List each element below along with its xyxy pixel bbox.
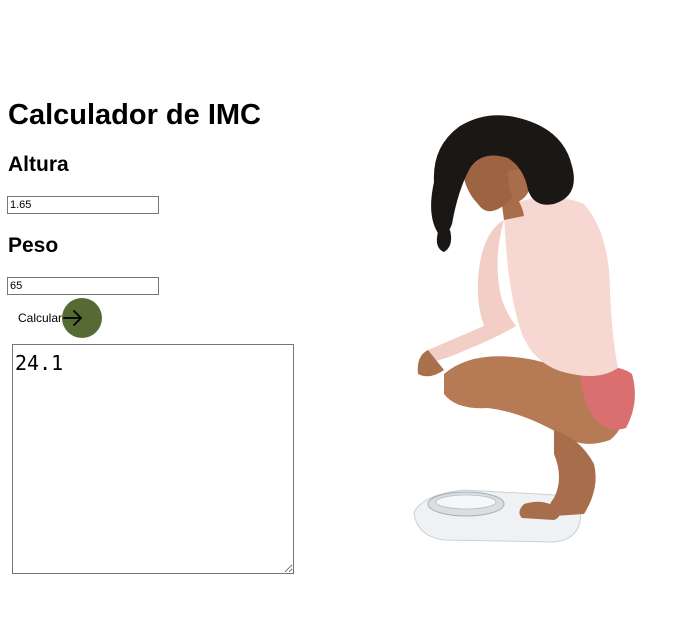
altura-label: Altura <box>8 153 69 176</box>
peso-input[interactable] <box>7 277 159 295</box>
page-title: Calculador de IMC <box>8 99 261 131</box>
woman-on-scale-image <box>413 115 635 543</box>
arrow-right-icon <box>63 310 82 326</box>
result-textarea[interactable]: 24.1 <box>12 344 294 574</box>
page: Calculador de IMC Altura Peso Calcular 2… <box>0 0 689 633</box>
peso-label: Peso <box>8 234 59 257</box>
calcular-button-label: Calcular <box>18 311 63 325</box>
altura-input[interactable] <box>7 196 159 214</box>
calcular-button[interactable]: Calcular <box>10 298 106 338</box>
